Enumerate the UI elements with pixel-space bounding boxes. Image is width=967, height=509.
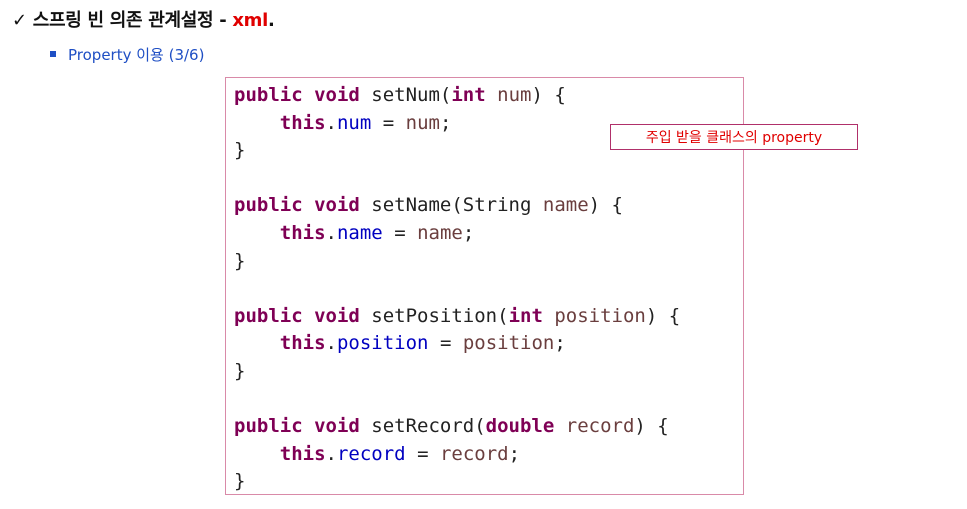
title-end: . <box>268 10 275 31</box>
code-token: ) { <box>588 194 623 217</box>
code-token: record <box>439 442 509 465</box>
code-token: public void <box>234 304 372 327</box>
code-token: this <box>279 442 326 465</box>
code-token: setNum( <box>371 84 452 106</box>
code-token: ) { <box>634 415 669 438</box>
code-token: ; <box>462 221 475 244</box>
code-token: = <box>382 221 418 244</box>
code-token: . <box>325 221 337 244</box>
square-bullet-icon <box>50 50 56 57</box>
code-token: } <box>234 359 246 382</box>
code-token: setPosition( <box>371 304 509 327</box>
code-line: public void setPosition(int position) { <box>234 303 680 331</box>
code-token: this <box>279 332 326 355</box>
title-text: 스프링 빈 의존 관계설정 - <box>32 10 233 31</box>
code-token: ; <box>554 332 566 355</box>
code-token: name <box>542 194 589 217</box>
code-token: int <box>451 84 498 106</box>
code-token: } <box>234 139 246 162</box>
code-token: = <box>405 442 440 465</box>
code-token: num <box>336 111 372 134</box>
subtitle-text: Property 이용 (3/6) <box>68 46 205 64</box>
subtitle: Property 이용 (3/6) <box>50 44 204 65</box>
code-token: public void <box>234 415 372 438</box>
code-token: setRecord( <box>371 415 486 438</box>
code-token: name <box>336 221 383 244</box>
title-highlight: xml <box>232 10 269 31</box>
code-token: int <box>508 304 555 327</box>
code-line: public void setNum(int num) { <box>234 82 680 110</box>
check-icon: ✓ <box>12 10 27 31</box>
code-token: record <box>565 415 635 438</box>
code-token: num <box>405 111 440 134</box>
code-token: . <box>325 332 337 355</box>
code-token: = <box>428 332 463 355</box>
code-token: ) { <box>645 304 681 327</box>
code-line: this.position = position; <box>234 330 680 358</box>
code-token: = <box>371 111 406 134</box>
code-token: ; <box>508 442 521 465</box>
code-line: this.name = name; <box>234 220 680 248</box>
code-token: position <box>336 332 429 355</box>
code-token: public void <box>234 194 372 217</box>
code-line: this.record = record; <box>234 441 680 469</box>
code-line: } <box>234 358 680 386</box>
code-token: position <box>462 332 555 355</box>
code-token: } <box>234 470 246 493</box>
code-token: } <box>234 249 246 272</box>
callout-box: 주입 받을 클래스의 property <box>610 124 858 150</box>
code-token: record <box>336 442 406 465</box>
code-token: . <box>325 442 337 465</box>
code-token: . <box>325 111 337 134</box>
slide-title: ✓ 스프링 빈 의존 관계설정 - xml. <box>12 6 275 32</box>
code-token: double <box>485 415 566 438</box>
code-token: this <box>279 111 326 134</box>
code-token: setName(String <box>371 194 543 217</box>
code-line: } <box>234 248 680 276</box>
code-line: public void setRecord(double record) { <box>234 413 680 441</box>
code-line: } <box>234 468 680 496</box>
code-token: num <box>497 84 532 106</box>
code-token: public void <box>234 84 372 106</box>
code-token: this <box>279 221 326 244</box>
code-token: ) { <box>531 84 566 106</box>
code-token: ; <box>439 111 452 134</box>
code-token: position <box>554 304 646 327</box>
callout-text: 주입 받을 클래스의 property <box>645 130 823 146</box>
code-line: public void setName(String name) { <box>234 192 680 220</box>
code-token: name <box>417 221 463 244</box>
